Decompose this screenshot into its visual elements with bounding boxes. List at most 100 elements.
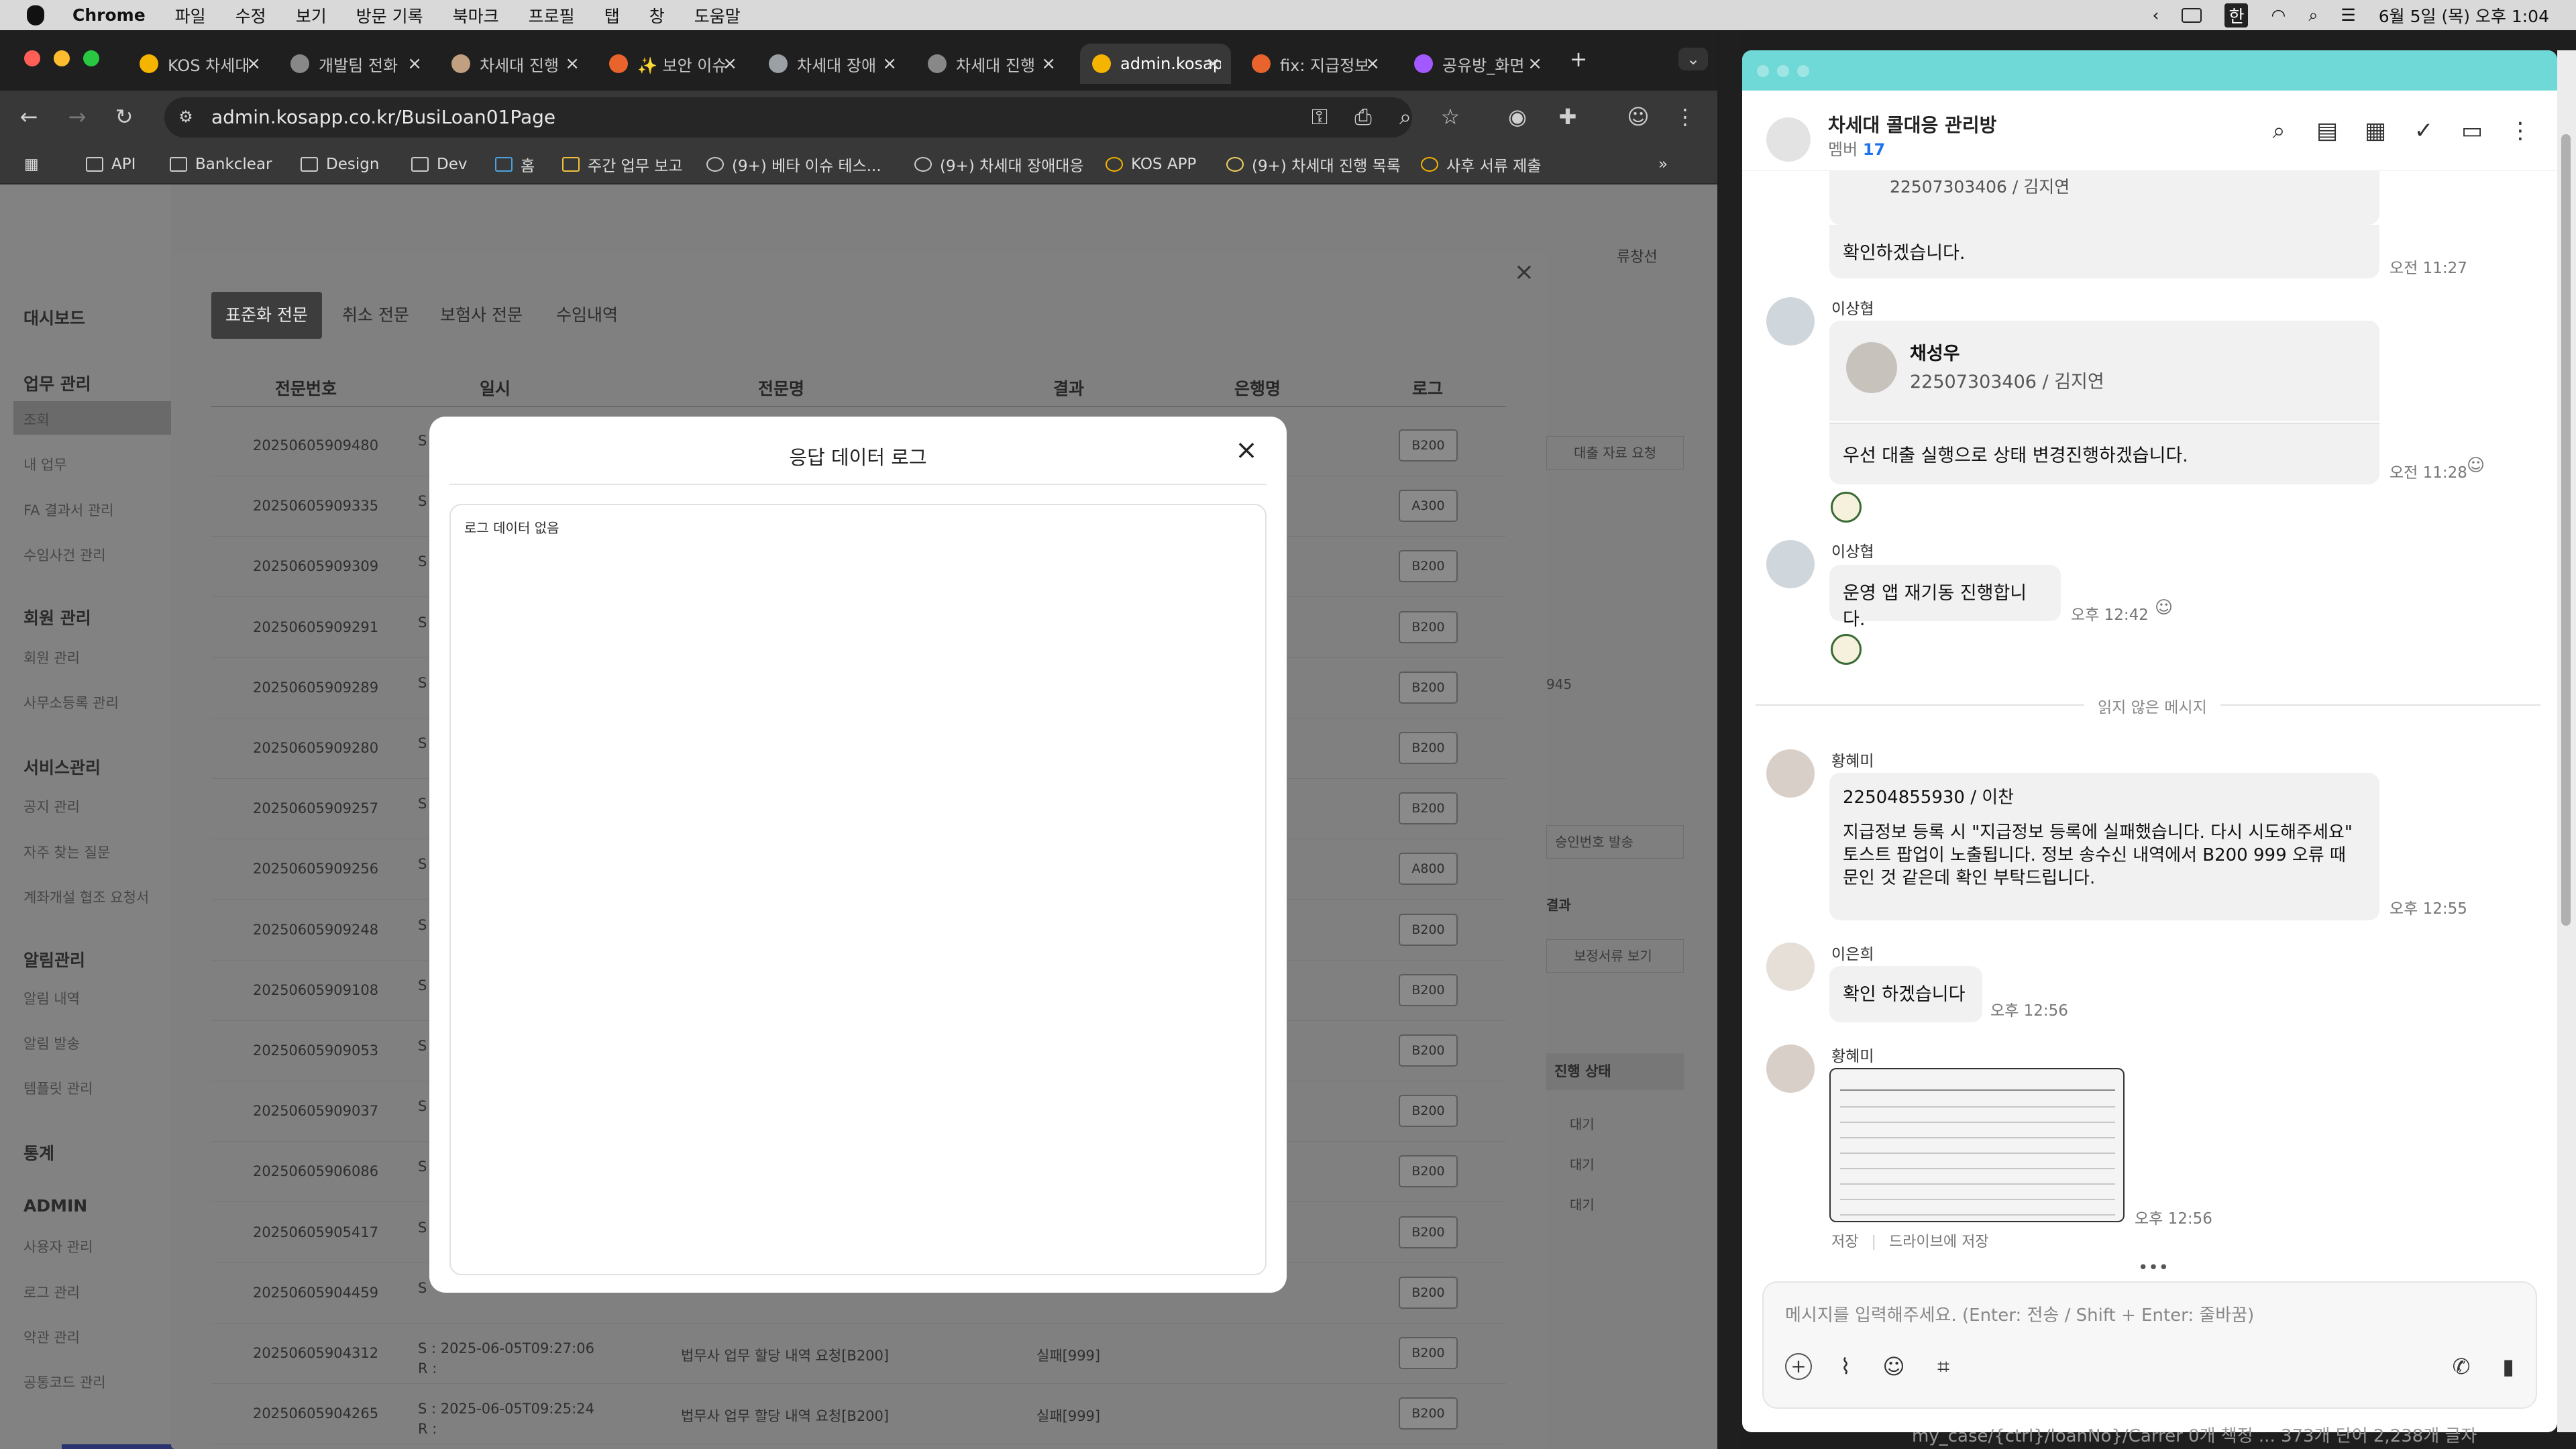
control-center-icon[interactable]: ☰ [2341,5,2355,25]
more-bookmarks-icon[interactable]: » [1658,154,1668,175]
tab-close-icon[interactable]: × [722,54,737,74]
sidebar-item[interactable]: 약관 관리 [23,1327,80,1347]
search-icon[interactable]: ⌕ [2308,5,2318,25]
sidebar-item[interactable]: FA 결과서 관리 [23,500,113,520]
avatar[interactable] [1766,297,1815,345]
forward-icon[interactable]: → [66,105,89,128]
bookmark-folder[interactable]: Bankclear [170,154,272,175]
menu-profile[interactable]: 프로필 [529,3,575,28]
password-icon[interactable]: ⚿ [1308,105,1331,128]
bookmark-folder[interactable]: API [86,154,136,175]
search-icon[interactable]: ⌕ [2265,117,2292,144]
log-button[interactable]: B200 [1399,1397,1458,1430]
room-avatar[interactable] [1766,117,1811,162]
video-call-icon[interactable]: ▮ [2495,1353,2522,1380]
menu-window[interactable]: 창 [649,3,665,28]
chevron-left-icon[interactable]: ‹ [2152,5,2159,25]
log-button[interactable]: B200 [1399,1034,1458,1067]
task-check-icon[interactable]: ✓ [2410,117,2437,144]
tab-close-icon[interactable]: × [1041,54,1056,74]
browser-tab[interactable]: ✨ 보안 이슈 × [597,44,748,84]
more-menu-icon[interactable]: ⋮ [2507,117,2534,144]
sidebar-item[interactable]: 로그 관리 [23,1282,80,1302]
tab-close-icon[interactable]: × [1365,54,1380,74]
tab-close-icon[interactable]: × [407,54,422,74]
log-button[interactable]: B200 [1399,1216,1458,1248]
wifi-icon[interactable]: ◠ [2271,5,2286,25]
log-content-box[interactable]: 로그 데이터 없음 [449,504,1267,1275]
bookmark-link[interactable]: (9+) 차세대 진행 목록 [1226,154,1401,175]
tab-close-icon[interactable]: × [246,54,261,74]
apple-icon[interactable] [27,5,44,25]
avatar[interactable] [1766,1044,1815,1093]
phone-call-icon[interactable]: ✆ [2448,1353,2475,1380]
browser-tab[interactable]: KOS 차세대 × [127,44,272,84]
sidebar-item[interactable]: 알림 발송 [23,1033,80,1053]
install-app-icon[interactable]: ⎙ [1352,105,1375,128]
browser-tab[interactable]: 차세대 진행 × [916,44,1067,84]
bookmark-folder[interactable]: Design [301,154,379,175]
window-zoom-button[interactable] [83,50,99,66]
tab-cancel-report[interactable]: 취소 전문 [332,292,419,339]
sidebar-item[interactable]: 공통코드 관리 [23,1372,106,1392]
menu-app-name[interactable]: Chrome [72,5,146,25]
emoji-reaction-icon[interactable] [1831,492,1862,523]
log-button[interactable]: B200 [1399,973,1458,1006]
browser-menu-icon[interactable]: ⋮ [1674,105,1697,128]
menu-edit[interactable]: 수정 [235,3,266,28]
sidebar-item[interactable]: 알림 내역 [23,988,80,1008]
browser-tab[interactable]: 개발팀 전화 × [278,44,433,84]
folder-icon[interactable]: ▭ [2459,117,2485,144]
sidebar-dashboard[interactable]: 대시보드 [23,305,85,329]
member-count[interactable]: 멤버 17 [1828,136,1885,160]
window-close-button[interactable] [24,50,40,66]
message-composer[interactable]: 메시지를 입력해주세요. (Enter: 전송 / Shift + Enter:… [1762,1281,2537,1409]
window-minimize-button[interactable] [1777,65,1789,77]
log-button[interactable]: B200 [1399,429,1458,462]
tab-close-icon[interactable]: × [565,54,580,74]
save-link[interactable]: 저장 [1831,1234,1858,1250]
reload-icon[interactable]: ↻ [113,105,136,128]
browser-tab[interactable]: 차세대 장애 × [757,44,908,84]
image-attachment[interactable] [1829,1068,2125,1222]
message-bubble[interactable]: 22504855930 / 이찬 지급정보 등록 시 "지급정보 등록에 실패했… [1829,773,2379,920]
sidebar-group-title[interactable]: 통계 [23,1140,54,1165]
tab-insurer-report[interactable]: 보험사 전문 [429,292,533,339]
sidebar-item[interactable]: 수임사건 관리 [23,545,106,565]
new-tab-icon[interactable]: + [1567,48,1590,70]
extensions-icon[interactable]: ✚ [1556,105,1579,128]
log-button[interactable]: B200 [1399,610,1458,643]
bookmark-link[interactable]: KOS APP [1106,154,1196,175]
tab-close-icon[interactable]: × [1205,54,1220,74]
log-button[interactable]: B200 [1399,792,1458,825]
user-menu[interactable]: 류창선 [1617,245,1658,266]
log-button[interactable]: B200 [1399,1155,1458,1188]
sidebar-item[interactable]: 조회 [23,409,50,429]
tab-close-icon[interactable]: × [882,54,897,74]
log-button[interactable]: B200 [1399,1276,1458,1309]
add-icon[interactable]: + [1785,1353,1812,1380]
sidebar-item[interactable]: 계좌개설 협조 요청서 [23,887,149,907]
address-bar[interactable]: admin.kosapp.co.kr/BusiLoan01Page [164,97,1412,138]
more-dots-icon[interactable]: ••• [2138,1258,2169,1278]
menu-history[interactable]: 방문 기록 [356,3,423,28]
notes-icon[interactable]: ▤ [2314,117,2341,144]
bookmark-link[interactable]: 주간 업무 보고 [562,154,683,175]
keyboard-icon[interactable] [2182,7,2202,23]
capture-icon[interactable]: ⌗ [1930,1353,1957,1380]
close-icon[interactable]: × [1232,435,1261,465]
bookmark-folder[interactable]: Dev [411,154,467,175]
bookmark-link[interactable]: (9+) 차세대 장애대응 [914,154,1084,175]
menu-tab[interactable]: 탭 [604,3,620,28]
window-close-button[interactable] [1757,65,1769,77]
tab-standard-report[interactable]: 표준화 전문 [211,292,322,339]
tab-close-icon[interactable]: × [1527,54,1542,74]
sidebar-item[interactable]: 공지 관리 [23,796,80,816]
log-button[interactable]: B200 [1399,1095,1458,1128]
message-bubble[interactable]: 운영 앱 재기동 진행합니다. [1829,565,2061,630]
tab-mandate-history[interactable]: 수임내역 [543,292,631,339]
emoji-icon[interactable]: ☺ [1880,1353,1907,1380]
browser-tab[interactable]: 차세대 진행 × [439,44,590,84]
sidebar-item[interactable]: 회원 관리 [23,647,80,667]
bookmark-link[interactable]: 홈 [495,154,535,175]
